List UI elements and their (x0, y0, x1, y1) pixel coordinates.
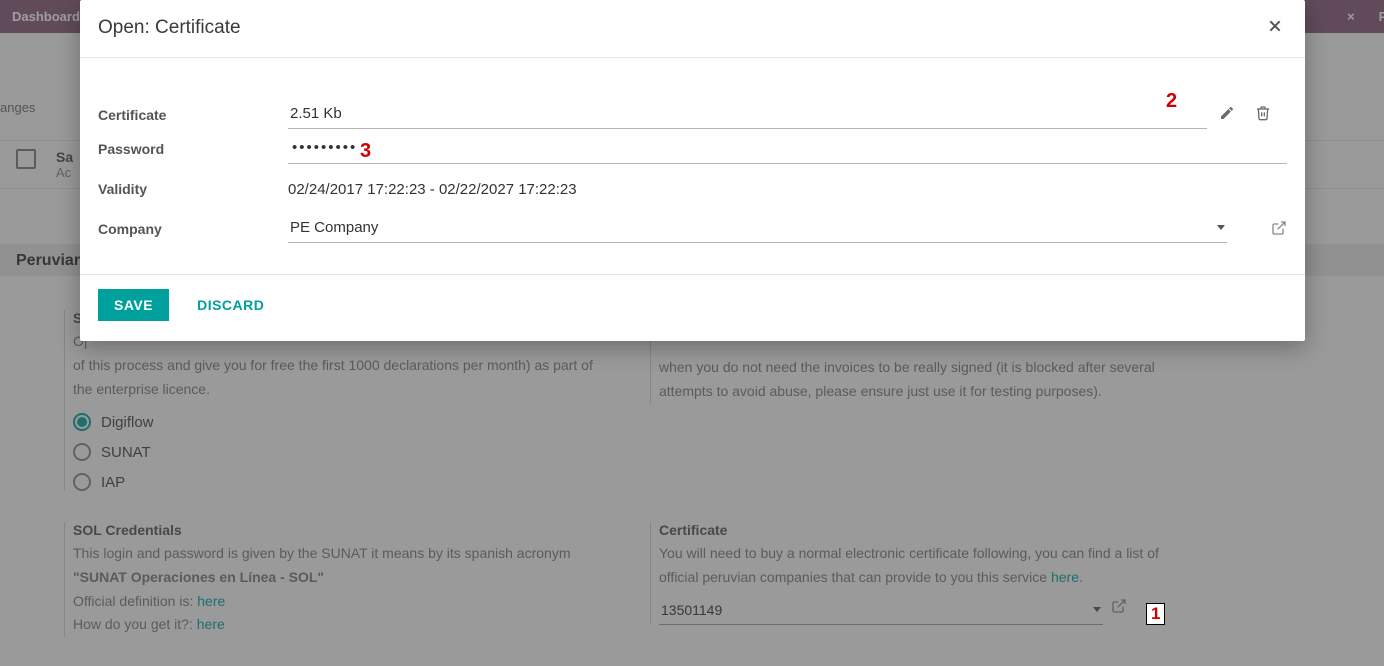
modal-close-button[interactable] (1263, 16, 1287, 39)
caret-down-icon (1217, 225, 1225, 230)
certificate-field[interactable]: 2.51 Kb (288, 101, 1207, 129)
password-field[interactable] (288, 134, 1287, 164)
validity-label: Validity (98, 181, 288, 197)
certificate-value: 2.51 Kb (290, 105, 342, 122)
certificate-modal: Open: Certificate Certificate 2.51 Kb (80, 0, 1305, 341)
company-select[interactable]: PE Company (288, 215, 1227, 243)
annotation-1: 1 (1146, 603, 1165, 625)
annotation-2: 2 (1166, 90, 1177, 113)
company-label: Company (98, 221, 288, 237)
validity-value: 02/24/2017 17:22:23 - 02/22/2027 17:22:2… (288, 181, 1287, 198)
save-button[interactable]: SAVE (98, 289, 169, 321)
password-label: Password (98, 141, 288, 157)
modal-body: Certificate 2.51 Kb Password Vali (80, 58, 1305, 274)
company-external-link-icon[interactable] (1271, 220, 1287, 239)
modal-title: Open: Certificate (98, 17, 241, 39)
modal-header: Open: Certificate (80, 0, 1305, 58)
discard-button[interactable]: DISCARD (191, 296, 270, 314)
pencil-icon[interactable] (1219, 105, 1235, 125)
modal-footer: SAVE DISCARD (80, 274, 1305, 341)
trash-icon[interactable] (1255, 105, 1271, 125)
password-input[interactable] (290, 138, 1289, 157)
annotation-3: 3 (360, 140, 371, 163)
company-value: PE Company (290, 219, 378, 236)
certificate-label: Certificate (98, 107, 288, 123)
